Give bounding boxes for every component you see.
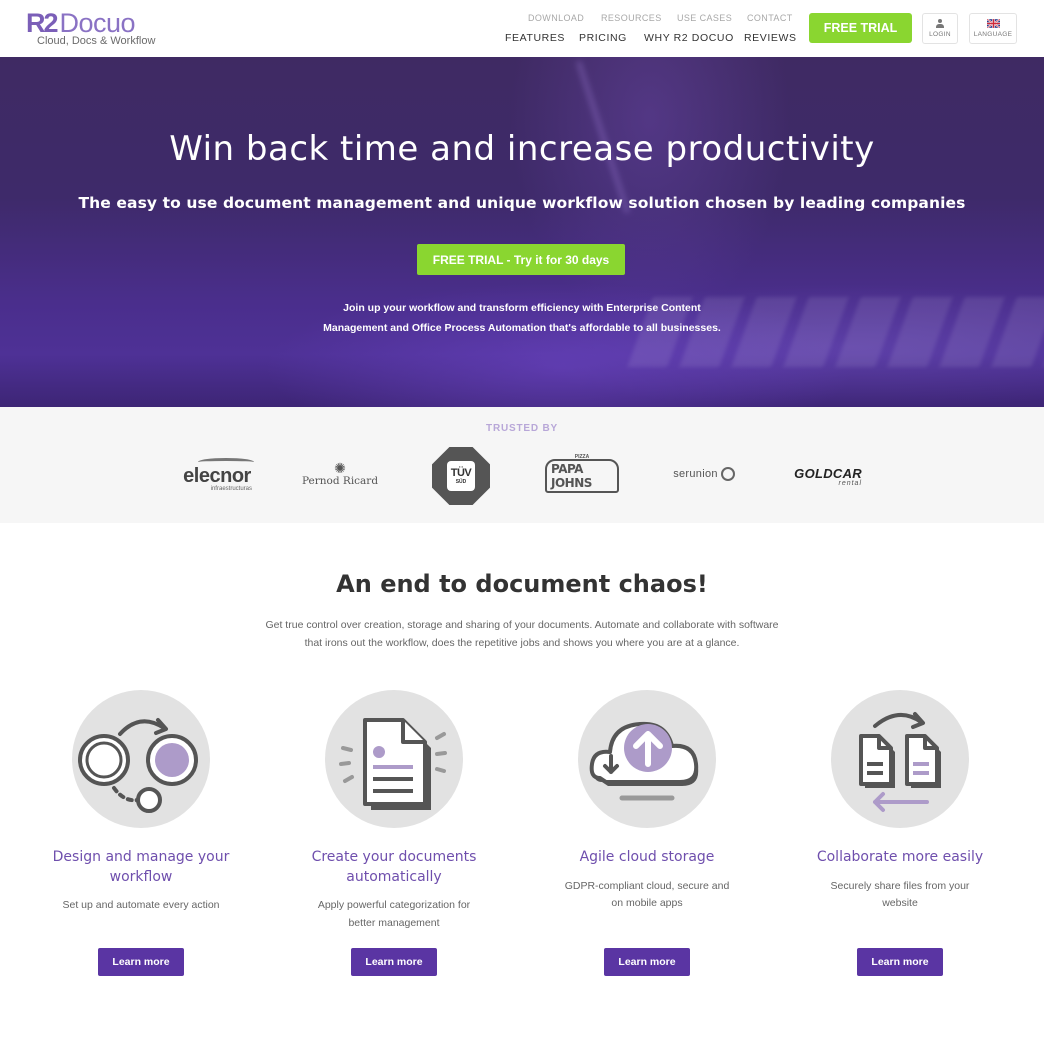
feature-title: Create your documents automatically: [311, 849, 477, 885]
nav-pricing[interactable]: PRICING: [579, 32, 627, 44]
features-intro: Get true control over creation, storage …: [0, 617, 1044, 652]
papa-name: PAPA JOHNS: [545, 458, 619, 493]
site-header: R2 Docuo Cloud, Docs & Workflow DOWNLOAD …: [0, 0, 1044, 57]
pernod-name: Pernod Ricard: [301, 475, 379, 487]
feature-icon-circle: [831, 690, 969, 828]
nav-reviews[interactable]: REVIEWS: [744, 32, 797, 44]
user-icon: [936, 19, 944, 28]
workflow-icon: [78, 718, 198, 813]
nav-resources[interactable]: RESOURCES: [601, 13, 662, 23]
nav-features[interactable]: FEATURES: [505, 32, 565, 44]
client-logo-goldcar: GOLDCAR rental: [788, 464, 862, 490]
hero-subtitle: The easy to use document management and …: [78, 194, 966, 212]
client-logo-papa-johns: PIZZA PAPA JOHNS: [545, 454, 619, 493]
feature-title: Design and manage your workflow: [52, 849, 230, 885]
logo[interactable]: R2 Docuo Cloud, Docs & Workflow: [26, 8, 166, 50]
feature-icon-circle: [325, 690, 463, 828]
feature-description: Securely share files from your website: [830, 879, 970, 910]
nav-why-r2-docuo[interactable]: WHY R2 DOCUO: [644, 32, 734, 44]
features-intro-line: Get true control over creation, storage …: [265, 619, 779, 631]
elecnor-sub: infraestructuras: [210, 486, 252, 492]
feature-icon-circle: [578, 690, 716, 828]
cloud-upload-icon: [589, 721, 699, 801]
hero-description-line: Management and Office Process Automation…: [323, 322, 721, 334]
serunion-swirl-icon: [720, 467, 735, 481]
free-trial-button[interactable]: FREE TRIAL: [809, 13, 912, 43]
logo-tagline: Cloud, Docs & Workflow: [37, 35, 156, 47]
feature-card-collaborate: Collaborate more easily Securely share f…: [790, 690, 1010, 976]
logo-wordmark: R2 Docuo: [26, 8, 136, 38]
language-label: LANGUAGE: [973, 31, 1013, 38]
feature-title: Collaborate more easily: [816, 849, 984, 865]
tuv-name: TÜV: [450, 466, 472, 479]
language-button[interactable]: LANGUAGE: [969, 13, 1017, 44]
nav-use-cases[interactable]: USE CASES: [677, 13, 732, 23]
feature-description: Apply powerful categorization for better…: [317, 899, 471, 929]
features-title: An end to document chaos!: [336, 570, 708, 598]
goldcar-sub: rental: [838, 480, 862, 487]
client-logo-serunion: serunion: [666, 463, 742, 485]
feature-card-documents: Create your documents automatically Appl…: [284, 690, 504, 976]
logo-docuo: Docuo: [59, 8, 136, 38]
elecnor-name: elecnor: [183, 465, 251, 487]
logo-r2: R2: [26, 8, 58, 38]
learn-more-button[interactable]: Learn more: [351, 948, 437, 976]
feature-card-workflow: Design and manage your workflow Set up a…: [31, 690, 251, 976]
feature-title: Agile cloud storage: [579, 849, 715, 865]
hero-title: Win back time and increase productivity: [169, 129, 875, 169]
client-logo-elecnor: elecnor infraestructuras: [180, 455, 254, 495]
hero-section: Win back time and increase productivity …: [0, 57, 1044, 407]
feature-description: Set up and automate every action: [62, 899, 220, 911]
client-logo-tuv-sud: TÜV SÜD: [432, 447, 490, 505]
goldcar-name: GOLDCAR: [794, 466, 862, 481]
uk-flag-icon: [986, 19, 1000, 28]
share-files-icon: [859, 712, 941, 812]
login-button[interactable]: LOGIN: [922, 13, 958, 44]
login-label: LOGIN: [929, 31, 951, 38]
hero-description-line: Join up your workflow and transform effi…: [343, 302, 701, 314]
document-icon: [339, 718, 447, 810]
features-intro-line: that irons out the workflow, does the re…: [304, 636, 740, 649]
client-logo-pernod-ricard: ✺ Pernod Ricard: [300, 457, 380, 491]
tuv-inner: TÜV SÜD: [447, 461, 475, 491]
hero-description: Join up your workflow and transform effi…: [0, 298, 1044, 338]
feature-card-cloud-storage: Agile cloud storage GDPR-compliant cloud…: [537, 690, 757, 976]
hero-free-trial-button[interactable]: FREE TRIAL - Try it for 30 days: [417, 244, 625, 275]
pernod-sun-icon: ✺: [334, 460, 346, 476]
tuv-sub: SÜD: [455, 478, 467, 485]
feature-description: GDPR-compliant cloud, secure and on mobi…: [564, 879, 730, 910]
serunion-name: serunion: [673, 468, 718, 480]
feature-icon-circle: [72, 690, 210, 828]
nav-contact[interactable]: CONTACT: [747, 13, 793, 23]
trusted-by-section: TRUSTED BY elecnor infraestructuras ✺ Pe…: [0, 407, 1044, 523]
learn-more-button[interactable]: Learn more: [98, 948, 184, 976]
nav-download[interactable]: DOWNLOAD: [528, 13, 584, 23]
learn-more-button[interactable]: Learn more: [857, 948, 943, 976]
learn-more-button[interactable]: Learn more: [604, 948, 690, 976]
trusted-by-label: TRUSTED BY: [486, 423, 558, 434]
